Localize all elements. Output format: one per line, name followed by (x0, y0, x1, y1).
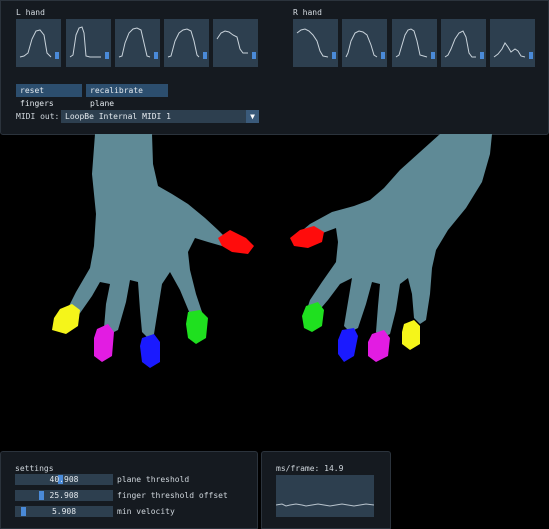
top-panel: L hand R hand reset fingers recalibrate … (0, 0, 549, 135)
finger-level-bar (431, 52, 435, 59)
finger-level-bar (332, 52, 336, 59)
left-finger-graph-2 (66, 19, 111, 67)
left-finger-graph-5 (213, 19, 258, 67)
finger-level-bar (529, 52, 533, 59)
finger-level-bar (381, 52, 385, 59)
finger-level-bar (55, 52, 59, 59)
recalibrate-plane-button[interactable]: recalibrate plane (86, 84, 168, 108)
right-finger-graph-1 (293, 19, 338, 67)
left-finger-graph-4 (164, 19, 209, 67)
curve-icon (395, 28, 428, 58)
finger-level-bar (252, 52, 256, 59)
chevron-down-icon[interactable]: ▼ (246, 110, 259, 123)
slider-value: 5.908 (51, 507, 77, 516)
finger-level-bar (105, 52, 109, 59)
right-hand-silhouette (298, 134, 492, 338)
right-finger-graph-2 (342, 19, 387, 67)
midi-out-label: MIDI out: (16, 112, 60, 121)
slider-value: 40.908 (49, 475, 79, 484)
slider-value: 25.908 (49, 491, 79, 500)
curve-icon (69, 26, 101, 58)
frame-time-line (275, 503, 375, 507)
left-finger-graph-3 (115, 19, 160, 67)
midi-out-value: LoopBe Internal MIDI 1 (65, 112, 171, 121)
plane-threshold-label: plane threshold (117, 475, 190, 484)
ms-per-frame-label: ms/frame: 14.9 (276, 464, 344, 473)
finger-level-bar (480, 52, 484, 59)
curve-icon (444, 30, 476, 58)
curve-icon (19, 29, 52, 58)
left-hand-silhouette (66, 134, 226, 338)
curve-icon (493, 42, 526, 58)
midi-out-select[interactable]: LoopBe Internal MIDI 1 ▼ (61, 110, 259, 123)
min-velocity-label: min velocity (117, 507, 175, 516)
right-hand-label: R hand (293, 8, 322, 17)
curve-icon (345, 30, 378, 58)
finger-level-bar (203, 52, 207, 59)
left-hand-label: L hand (16, 8, 45, 17)
curve-icon (167, 28, 200, 58)
finger-threshold-offset-label: finger threshold offset (117, 491, 228, 500)
plane-threshold-slider[interactable]: 40.908 (15, 474, 113, 485)
left-finger-graph-1 (16, 19, 61, 67)
curve-icon (118, 27, 151, 58)
reset-fingers-button[interactable]: reset fingers (16, 84, 82, 108)
hand-segmentation-view (52, 134, 492, 368)
settings-title: settings (15, 464, 54, 473)
right-finger-graph-4 (441, 19, 486, 67)
finger-threshold-offset-slider[interactable]: 25.908 (15, 490, 113, 501)
finger-level-bar (154, 52, 158, 59)
curve-icon (216, 30, 248, 54)
curve-icon (296, 28, 329, 58)
min-velocity-slider[interactable]: 5.908 (15, 506, 113, 517)
right-finger-graph-3 (392, 19, 437, 67)
frame-time-plot (275, 475, 375, 517)
right-finger-graph-5 (490, 19, 535, 67)
